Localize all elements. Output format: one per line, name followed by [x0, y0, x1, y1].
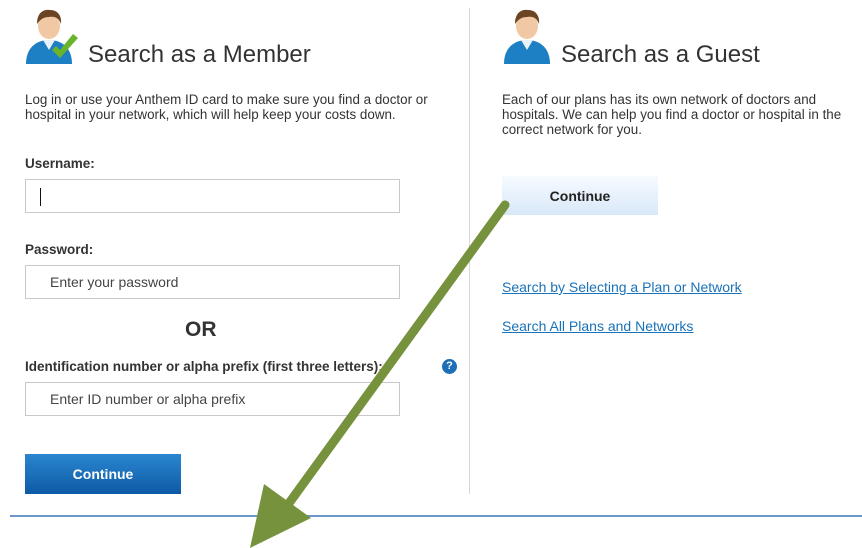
- member-panel: Search as a Member Log in or use your An…: [0, 0, 470, 500]
- text-caret: [40, 188, 41, 206]
- help-icon[interactable]: ?: [442, 359, 457, 374]
- panel-divider: [469, 8, 470, 494]
- password-label: Password:: [25, 242, 94, 257]
- guest-title: Search as a Guest: [561, 41, 760, 68]
- username-label: Username:: [25, 156, 95, 171]
- username-input[interactable]: [25, 179, 400, 213]
- search-by-plan-link[interactable]: Search by Selecting a Plan or Network: [502, 279, 742, 295]
- member-avatar-icon: [26, 9, 78, 64]
- guest-description: Each of our plans has its own network of…: [502, 92, 842, 137]
- id-input[interactable]: [25, 382, 400, 416]
- guest-continue-button[interactable]: Continue: [502, 176, 658, 215]
- bottom-divider: [10, 515, 862, 517]
- guest-avatar-icon: [504, 9, 550, 64]
- password-input[interactable]: [25, 265, 400, 299]
- member-continue-button[interactable]: Continue: [25, 454, 181, 494]
- member-description: Log in or use your Anthem ID card to mak…: [25, 92, 428, 122]
- id-label: Identification number or alpha prefix (f…: [25, 359, 383, 374]
- guest-panel: Search as a Guest Each of our plans has …: [471, 0, 862, 500]
- member-title: Search as a Member: [88, 41, 311, 68]
- or-separator: OR: [185, 318, 217, 341]
- search-all-plans-link[interactable]: Search All Plans and Networks: [502, 318, 693, 334]
